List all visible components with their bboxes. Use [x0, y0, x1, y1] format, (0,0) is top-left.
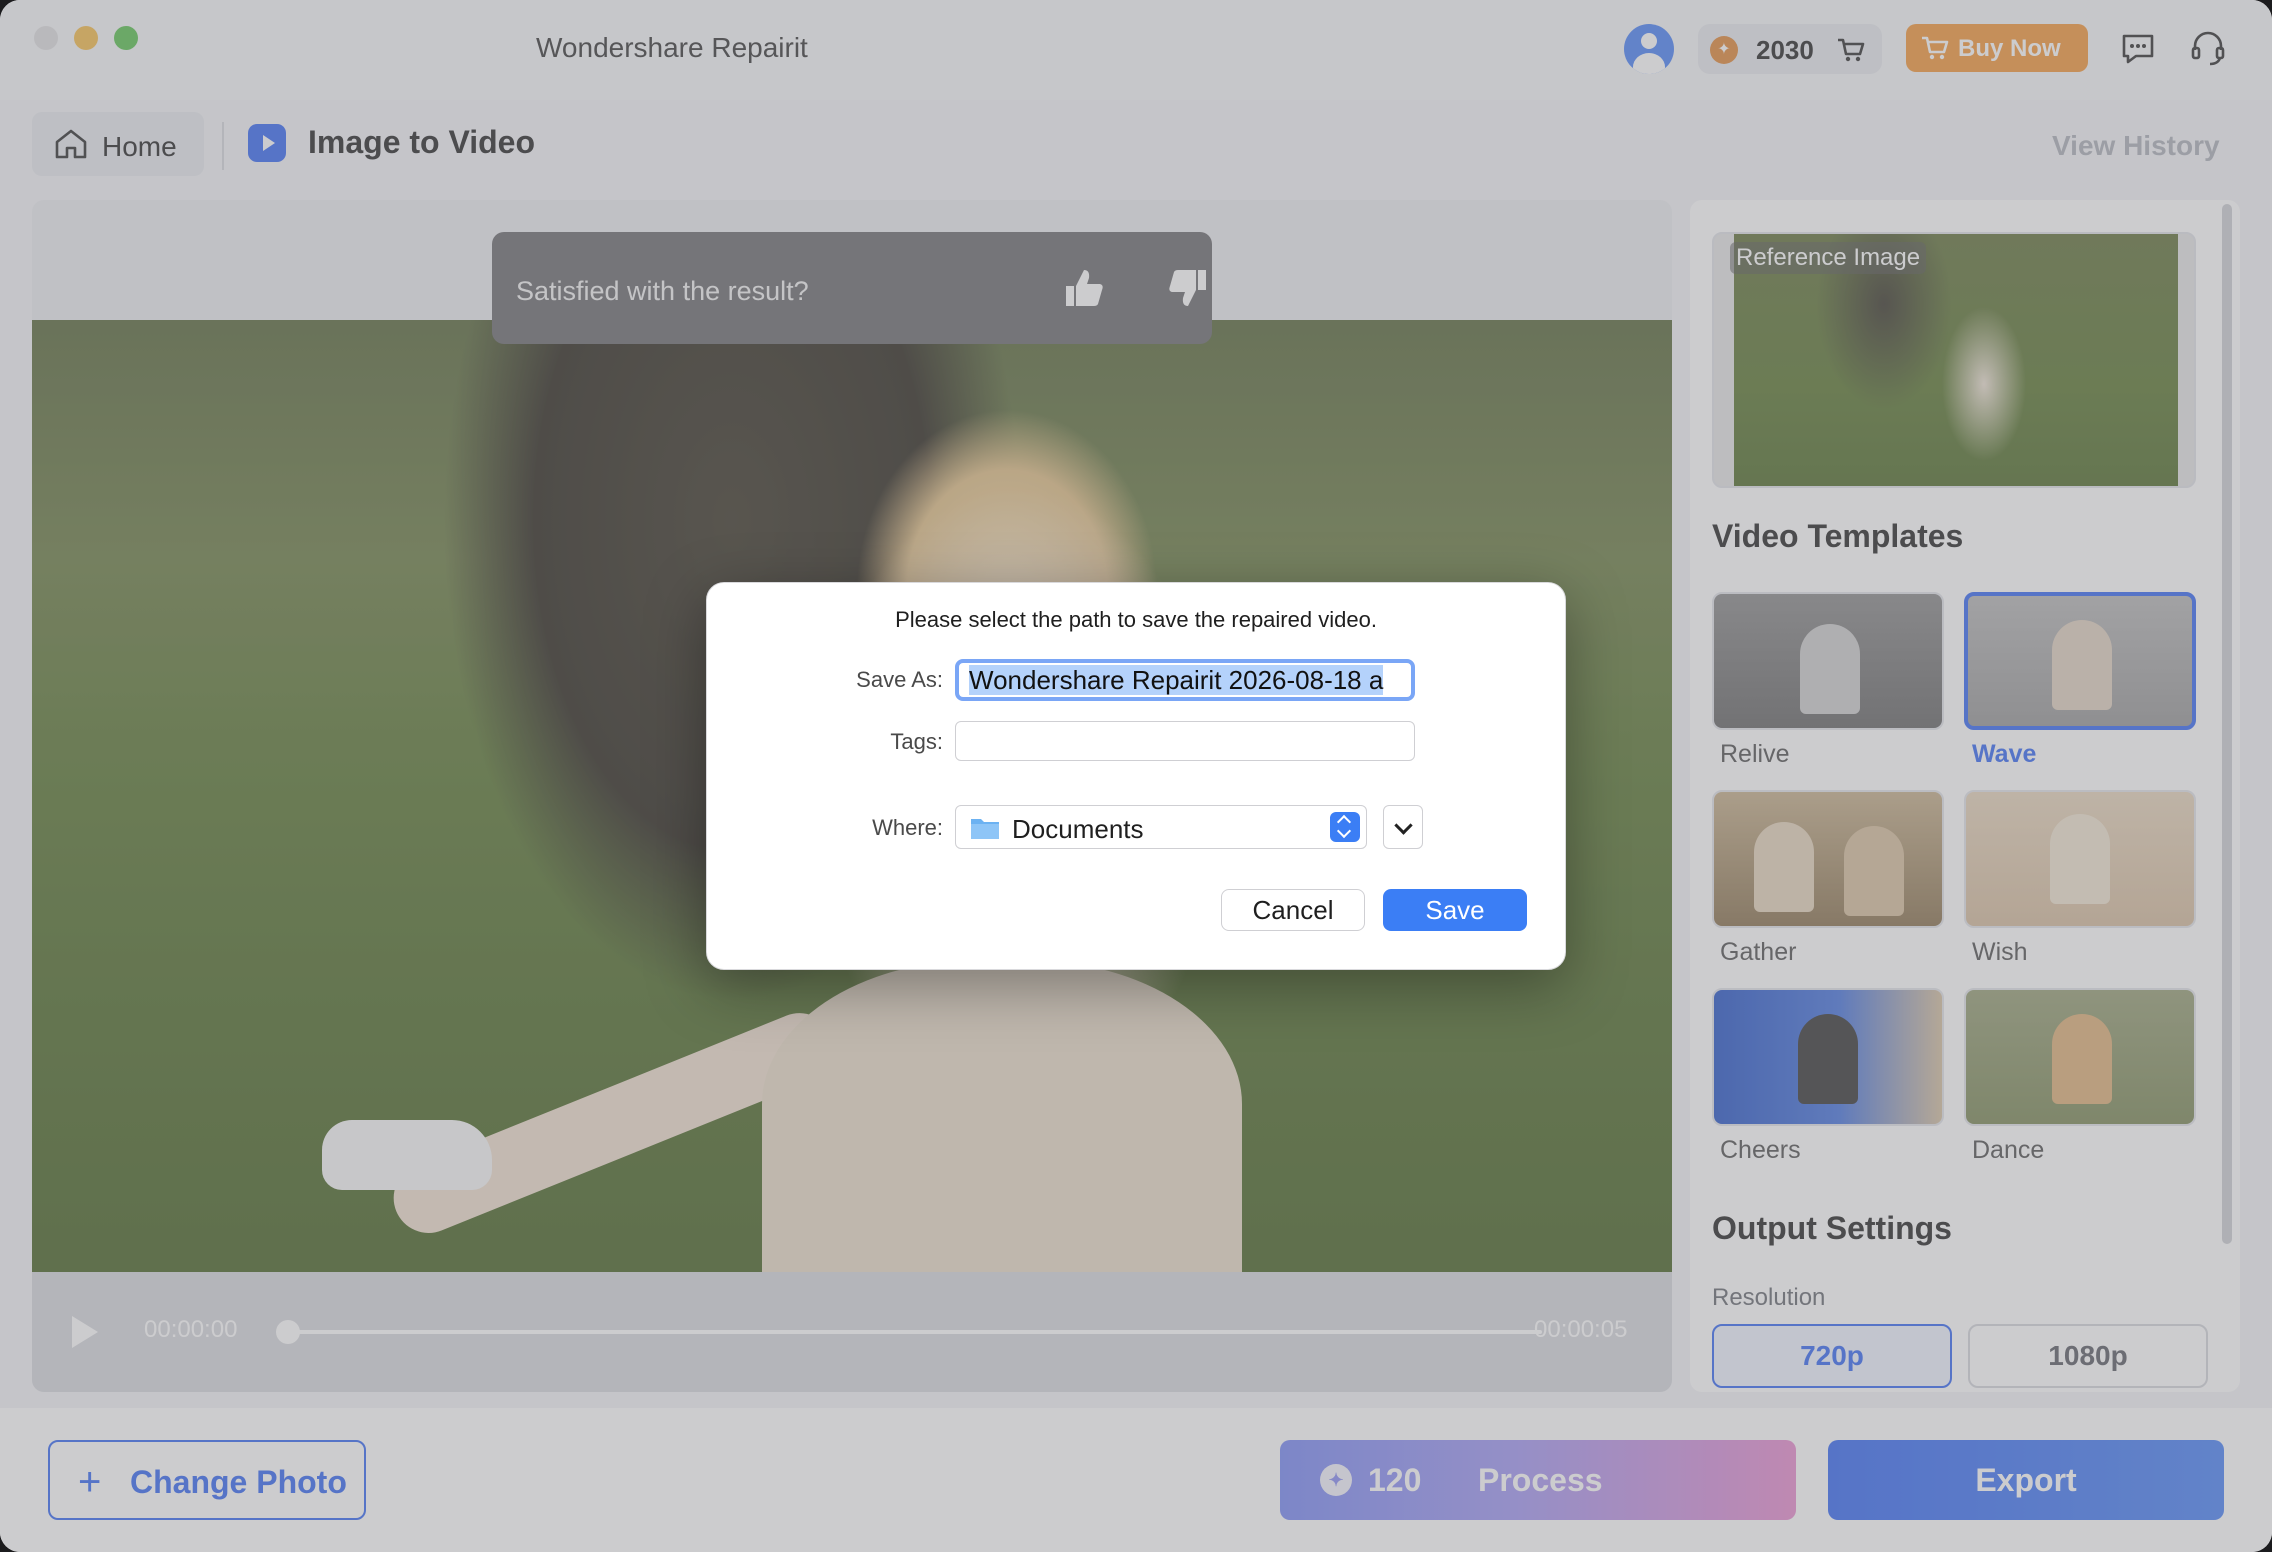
folder-icon — [971, 819, 999, 839]
save-dialog: Please select the path to save the repai… — [706, 582, 1566, 970]
expand-dialog-button[interactable] — [1383, 805, 1423, 849]
where-select[interactable]: Documents — [955, 805, 1367, 849]
chevron-up-down-icon — [1330, 812, 1360, 842]
where-label: Where: — [872, 815, 943, 840]
tags-label: Tags: — [890, 729, 943, 754]
save-as-input[interactable]: Wondershare Repairit 2026-08-18 a — [955, 659, 1415, 701]
dialog-message: Please select the path to save the repai… — [895, 607, 1377, 632]
tags-input[interactable] — [955, 721, 1415, 761]
save-as-label: Save As: — [856, 667, 943, 692]
cancel-button[interactable]: Cancel — [1221, 889, 1365, 931]
app-window: Wondershare Repairit ✦ 2030 Buy Now Home… — [0, 0, 2272, 1552]
save-button[interactable]: Save — [1383, 889, 1527, 931]
save-as-value: Wondershare Repairit 2026-08-18 a — [969, 665, 1384, 695]
where-value: Documents — [1012, 814, 1144, 844]
